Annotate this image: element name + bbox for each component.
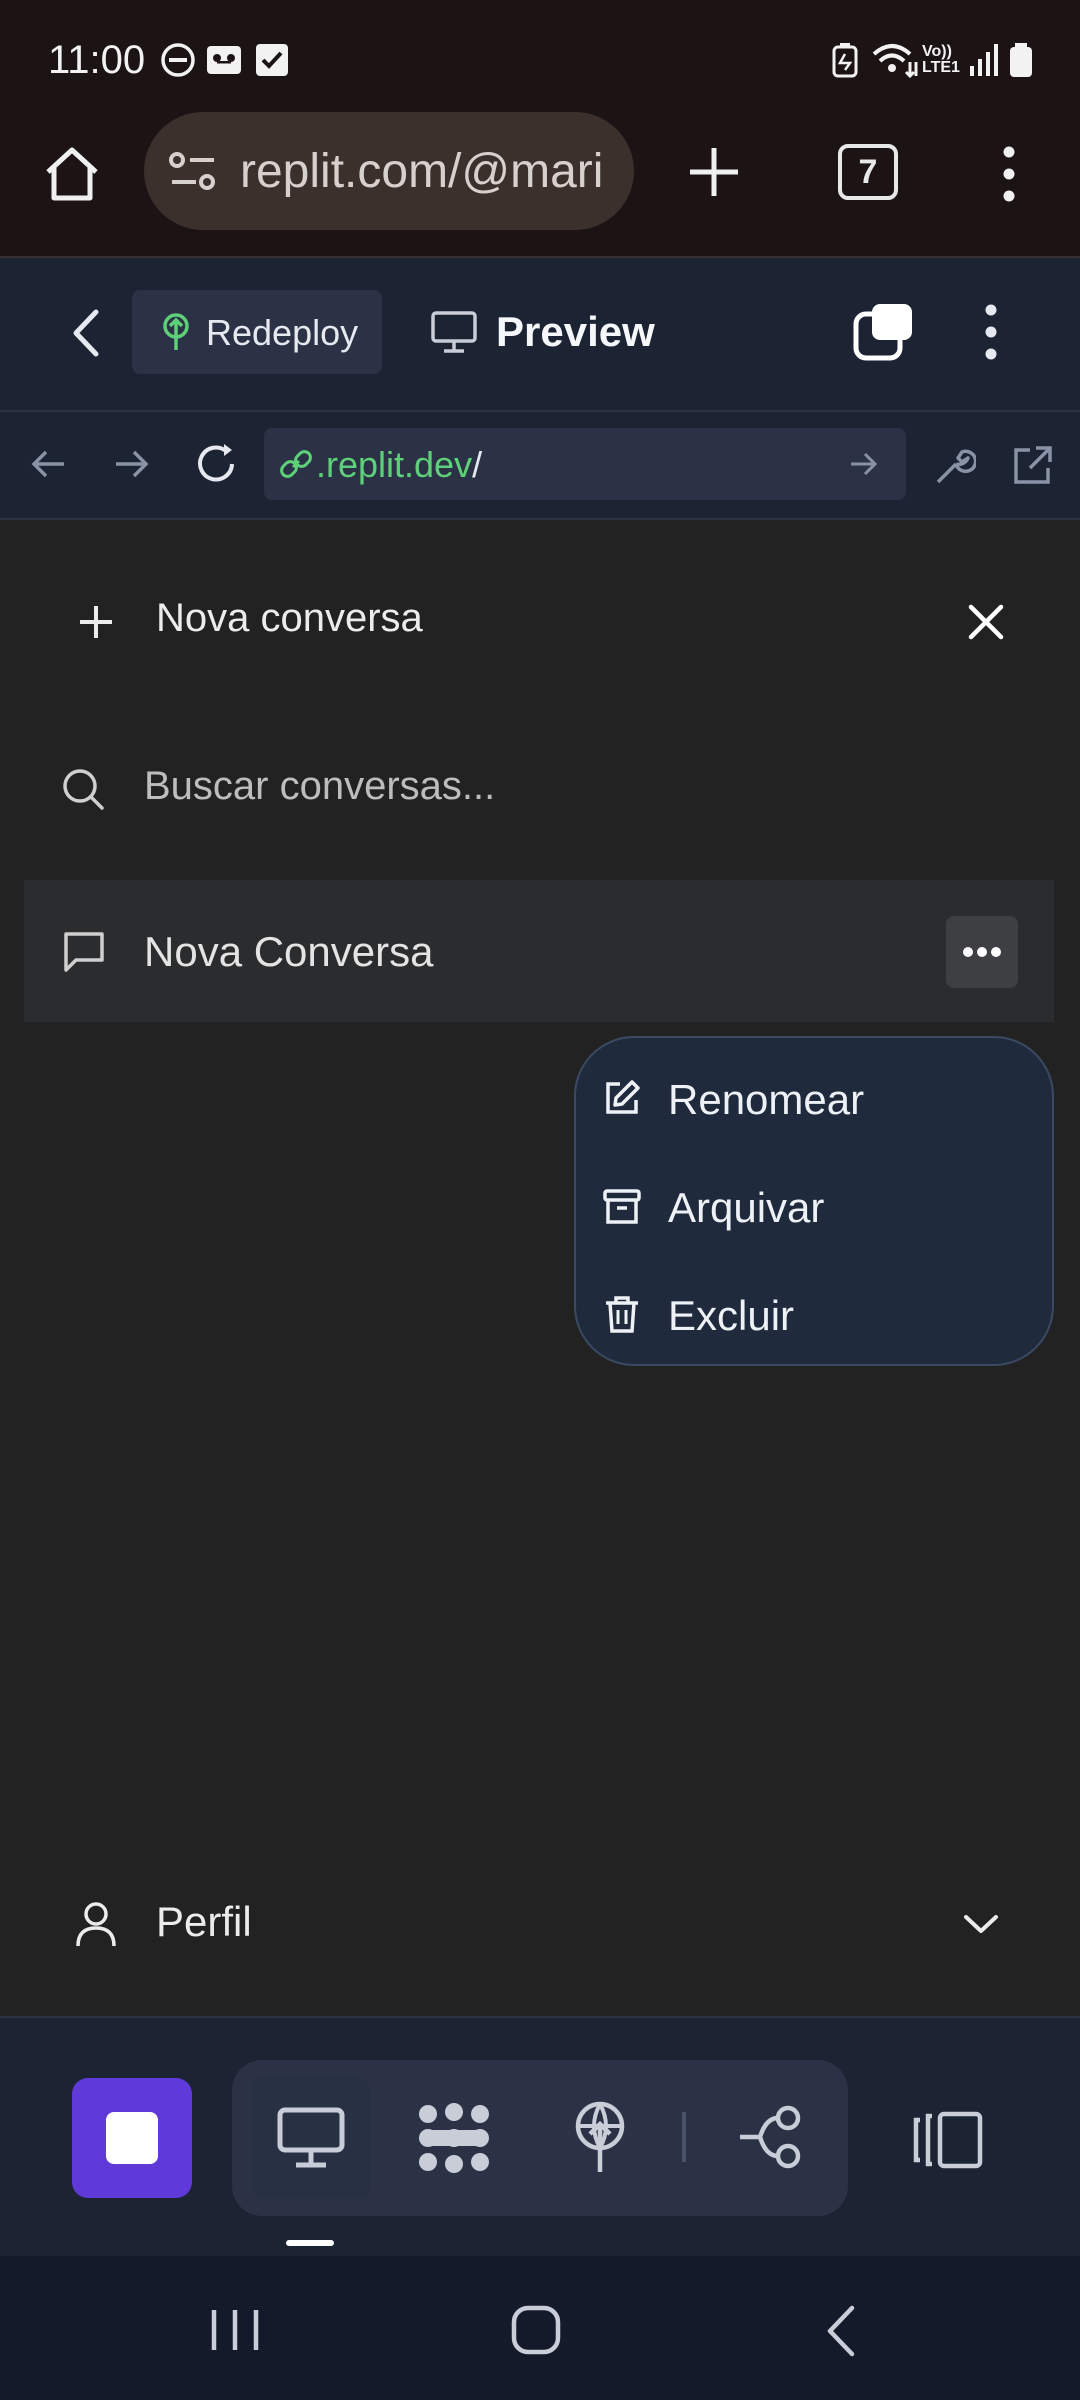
reload-icon[interactable]: [194, 442, 240, 488]
site-settings-icon[interactable]: [168, 150, 218, 194]
more-options-icon[interactable]: [976, 302, 1006, 362]
split-view-icon[interactable]: [912, 2110, 984, 2170]
ellipsis-icon: [963, 947, 1001, 957]
toolbar-divider: [682, 2112, 686, 2162]
do-not-disturb-icon: [160, 42, 196, 78]
go-arrow-icon[interactable]: [848, 448, 880, 480]
url-path: /: [472, 444, 483, 485]
tab-switcher-button[interactable]: 7: [838, 144, 898, 200]
active-tab-indicator: [286, 2240, 334, 2246]
browser-url-text: replit.com/@mari: [240, 145, 604, 198]
home-nav-icon[interactable]: [510, 2304, 562, 2356]
status-time: 11:00: [48, 38, 146, 82]
recent-apps-icon[interactable]: [206, 2306, 264, 2354]
battery-saver-icon: [830, 42, 866, 78]
voicemail-icon: [206, 42, 242, 78]
menu-item-rename[interactable]: Renomear: [576, 1048, 1052, 1148]
stop-button[interactable]: [72, 2078, 192, 2198]
open-external-icon[interactable]: [1010, 444, 1054, 488]
wifi-icon: [870, 42, 920, 78]
checkbox-icon: [254, 42, 290, 78]
chevron-down-icon[interactable]: [962, 1910, 1000, 1938]
deployments-icon[interactable]: [568, 2100, 632, 2174]
redeploy-button[interactable]: Redeploy: [132, 290, 382, 374]
preview-tab-title[interactable]: Preview: [496, 308, 655, 356]
agent-icon[interactable]: [416, 2102, 492, 2174]
chat-bubble-icon: [62, 930, 106, 974]
menu-item-label: Renomear: [668, 1076, 865, 1123]
webview-forward-icon[interactable]: [112, 444, 152, 484]
window-toggle-icon[interactable]: [852, 302, 916, 362]
edit-icon: [602, 1078, 642, 1118]
search-conversations-input[interactable]: Buscar conversas...: [144, 764, 495, 809]
git-branch-icon[interactable]: [736, 2104, 806, 2170]
plus-icon[interactable]: [76, 602, 116, 642]
conversation-more-button[interactable]: [946, 916, 1018, 988]
close-icon[interactable]: [966, 602, 1006, 642]
webview-back-icon[interactable]: [28, 444, 68, 484]
trash-icon: [602, 1294, 642, 1334]
menu-item-label: Arquivar: [668, 1184, 825, 1231]
stop-icon: [106, 2112, 158, 2164]
link-icon: [278, 446, 314, 482]
back-nav-icon[interactable]: [822, 2304, 858, 2358]
menu-item-delete[interactable]: Excluir: [576, 1264, 1052, 1364]
conversation-title: Nova Conversa: [144, 928, 434, 975]
archive-icon: [602, 1186, 642, 1226]
back-icon[interactable]: [66, 308, 106, 358]
new-conversation-button[interactable]: Nova conversa: [156, 596, 423, 641]
browser-address-bar[interactable]: replit.com/@mari: [144, 112, 634, 230]
conversation-context-menu: Renomear Arquivar Excluir: [574, 1036, 1054, 1366]
devtools-wrench-icon[interactable]: [932, 444, 976, 488]
home-icon[interactable]: [40, 144, 104, 204]
new-tab-icon[interactable]: [686, 144, 742, 200]
deploy-icon: [158, 312, 194, 352]
battery-icon: [1006, 42, 1042, 78]
menu-item-archive[interactable]: Arquivar: [576, 1156, 1052, 1256]
menu-item-label: Excluir: [668, 1292, 795, 1339]
search-icon: [60, 766, 106, 812]
redeploy-label: Redeploy: [206, 312, 359, 353]
profile-button[interactable]: Perfil: [156, 1898, 252, 1946]
webview-url-field[interactable]: .replit.dev/: [264, 428, 906, 500]
signal-icon: [966, 42, 1002, 78]
conversation-list-item[interactable]: Nova Conversa: [24, 880, 1054, 1022]
browser-menu-icon[interactable]: [994, 144, 1024, 204]
monitor-icon: [430, 310, 478, 354]
preview-monitor-icon[interactable]: [276, 2106, 346, 2170]
url-domain: .replit.dev: [316, 444, 473, 485]
webview-url-text: .replit.dev/: [316, 444, 482, 486]
user-icon: [74, 1900, 118, 1948]
volte-indicator: Vo)) LTE1: [922, 43, 960, 76]
